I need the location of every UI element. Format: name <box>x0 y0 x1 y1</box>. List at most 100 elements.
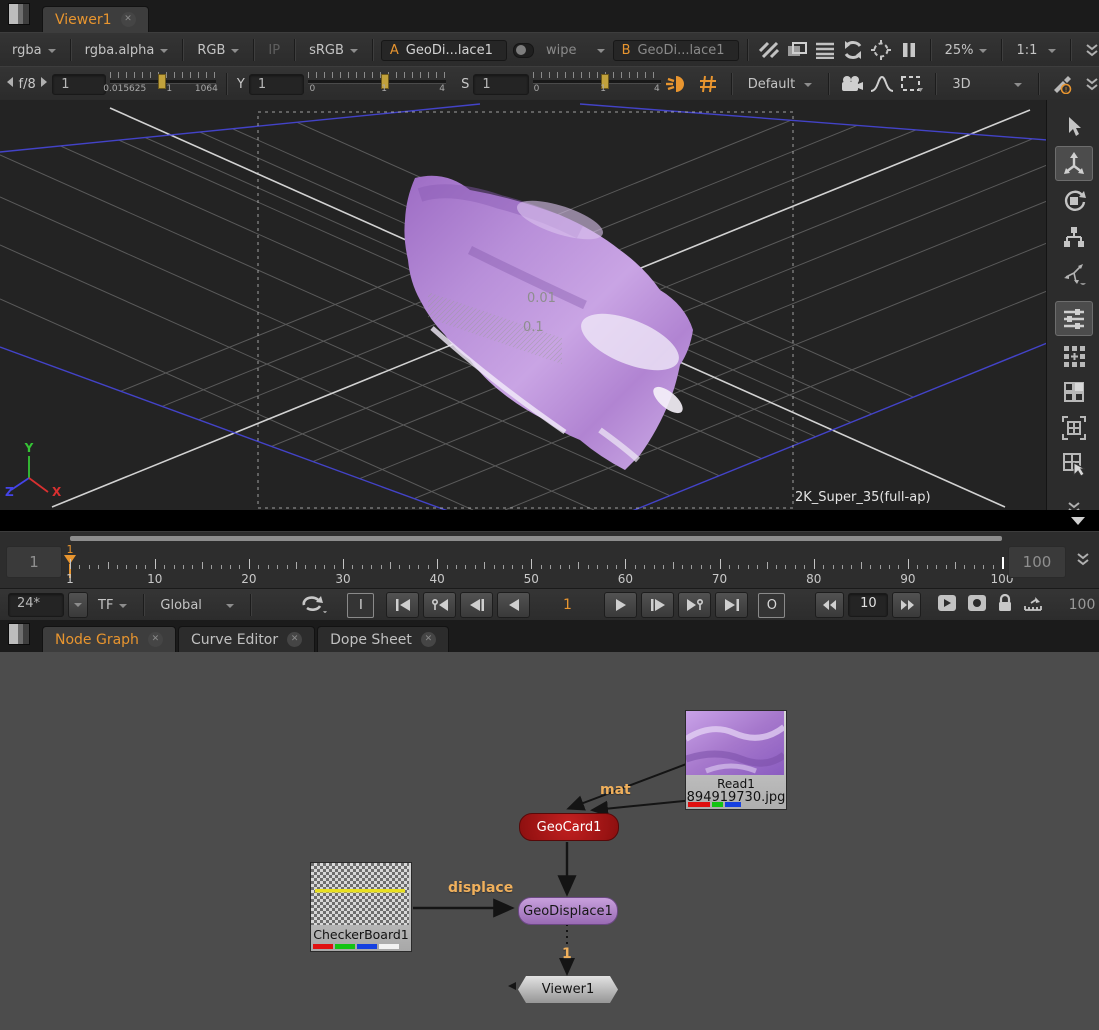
prev-keyframe-button[interactable] <box>423 592 456 618</box>
tf-dropdown[interactable]: TF <box>92 595 133 616</box>
play-button[interactable] <box>604 592 637 618</box>
fstop-prev-arrow[interactable] <box>6 76 15 92</box>
out-point-button[interactable]: O <box>758 593 785 618</box>
viewport-3d[interactable]: 0.01 0.1 Y Z X 2K_Super_35(full-ap) <box>0 100 1099 510</box>
collapse-chevrons-icon[interactable] <box>1079 72 1099 96</box>
close-icon[interactable]: ✕ <box>421 632 436 647</box>
play-backward-button[interactable] <box>497 592 530 618</box>
node-viewer1[interactable]: Viewer1 <box>518 976 618 1003</box>
translate-tool[interactable] <box>1055 146 1093 181</box>
zoom-dropdown[interactable]: 25% <box>939 40 994 61</box>
step-forward-button[interactable] <box>641 592 674 618</box>
jump-forward-button[interactable] <box>892 592 921 618</box>
capture-button[interactable] <box>967 594 987 616</box>
aspect-dropdown[interactable]: 1:1 <box>1010 40 1062 61</box>
gain-input[interactable]: 1 <box>52 74 106 95</box>
node-read1[interactable]: Read1 894919730.jpg <box>685 710 787 810</box>
collapse-chevrons-icon[interactable] <box>1079 38 1099 62</box>
timeline-ruler[interactable]: 1 1102030405060708090100 <box>70 532 1002 589</box>
ruler-tick <box>343 559 344 569</box>
select-tool[interactable] <box>1056 110 1092 143</box>
input-a-selector[interactable]: A GeoDi...lace1 <box>381 40 507 61</box>
roi-icon[interactable] <box>868 38 894 62</box>
timeline-zoom-bar[interactable] <box>70 536 1002 541</box>
step-back-button[interactable] <box>460 592 493 618</box>
colorspace-dropdown[interactable]: sRGB <box>303 40 364 61</box>
saturation-input[interactable]: 1 <box>473 74 528 95</box>
channels-dropdown[interactable]: rgba <box>6 40 62 61</box>
node-graph-canvas[interactable]: Read1 894919730.jpg mat GeoCard1 Checker… <box>0 652 1099 1030</box>
multislider-tool[interactable] <box>1055 301 1093 336</box>
scale-hierarchy-tool[interactable] <box>1056 220 1092 253</box>
input-b-selector[interactable]: B GeoDi...lace1 <box>613 40 739 61</box>
saturation-slider[interactable]: 0 1 4 <box>533 71 661 97</box>
node-checkerboard1[interactable]: CheckerBoard1 <box>310 862 412 952</box>
view-mode-dropdown[interactable]: 3D <box>946 74 1028 95</box>
wipe-mode-dropdown[interactable]: wipe <box>540 40 611 61</box>
wipe-overlay-icon[interactable] <box>784 38 810 62</box>
color-sampler-icon[interactable]: ! <box>1049 72 1075 96</box>
vertex-grid-tool[interactable] <box>1056 339 1092 372</box>
node-geodisplace1[interactable]: GeoDisplace1 <box>518 897 618 925</box>
render-ramp-icon[interactable] <box>1023 594 1043 616</box>
next-keyframe-button[interactable] <box>678 592 711 618</box>
pane-menu-icon[interactable] <box>8 3 30 25</box>
gain-tick-label: 0.015625 <box>103 84 146 94</box>
timeline-chevrons-icon[interactable] <box>1076 552 1090 570</box>
to-start-button[interactable] <box>386 592 419 618</box>
wipe-toggle[interactable] <box>513 43 534 58</box>
flipbook-button[interactable] <box>937 594 957 616</box>
ruler-tick <box>136 565 137 569</box>
axis-tool[interactable] <box>1056 256 1092 289</box>
refresh-icon[interactable] <box>840 38 866 62</box>
slider-handle[interactable] <box>158 74 166 89</box>
tab-node-graph[interactable]: Node Graph ✕ <box>42 626 176 652</box>
range-end-field[interactable]: 100 <box>1008 546 1066 578</box>
pane-menu-icon[interactable] <box>8 623 30 645</box>
fps-field[interactable]: 24* <box>8 593 64 617</box>
proxy-stripes-icon[interactable] <box>756 38 782 62</box>
frame-step-field[interactable]: 10 <box>848 593 888 617</box>
current-frame[interactable]: 1 <box>534 597 600 613</box>
layout-grid-tool[interactable] <box>1056 375 1092 408</box>
close-icon[interactable]: ✕ <box>287 632 302 647</box>
range-mode-dropdown[interactable]: Global <box>154 595 240 616</box>
marquee-icon[interactable] <box>899 72 925 96</box>
camera-icon[interactable] <box>839 72 865 96</box>
pause-icon[interactable] <box>896 38 922 62</box>
node-geocard1[interactable]: GeoCard1 <box>519 813 619 841</box>
curve-icon[interactable] <box>869 72 895 96</box>
lut-dropdown[interactable]: Default <box>742 74 819 95</box>
ruler-tick <box>597 565 598 569</box>
to-end-button[interactable] <box>715 592 748 618</box>
lock-icon[interactable] <box>997 594 1013 616</box>
input-process-button[interactable]: IP <box>262 40 286 61</box>
jump-back-button[interactable] <box>815 592 844 618</box>
fstop-next-arrow[interactable] <box>40 76 49 92</box>
tab-curve-editor[interactable]: Curve Editor ✕ <box>178 626 315 652</box>
info-bar-arrow-icon[interactable] <box>1071 517 1085 525</box>
in-point-button[interactable]: I <box>347 593 374 618</box>
fps-dropdown[interactable] <box>68 592 88 618</box>
grid-cursor-tool[interactable] <box>1056 447 1092 480</box>
close-icon[interactable]: ✕ <box>121 12 136 27</box>
ruler-tick <box>625 559 626 569</box>
headlamp-icon[interactable] <box>665 72 691 96</box>
tab-viewer1[interactable]: Viewer1 ✕ <box>42 6 149 32</box>
close-icon[interactable]: ✕ <box>148 632 163 647</box>
range-start-field[interactable]: 1 <box>6 546 62 578</box>
gamma-input[interactable]: 1 <box>249 74 304 95</box>
frame-grid-tool[interactable] <box>1056 411 1092 444</box>
display-channels-dropdown[interactable]: RGB <box>191 40 245 61</box>
chip-blue <box>357 944 377 949</box>
scanline-icon[interactable] <box>812 38 838 62</box>
gain-slider[interactable]: 0.015625 1 1064 <box>110 71 216 97</box>
rotate-tool[interactable] <box>1056 184 1092 217</box>
grid-hash-icon[interactable] <box>695 72 721 96</box>
loop-mode-button[interactable] <box>299 593 333 617</box>
ruler-tick <box>296 562 297 569</box>
gamma-slider[interactable]: 0 1 4 <box>308 71 446 97</box>
layer-dropdown[interactable]: rgba.alpha <box>79 40 175 61</box>
gamma-tick-label: 0 <box>310 84 316 94</box>
tab-dope-sheet[interactable]: Dope Sheet ✕ <box>317 626 449 652</box>
